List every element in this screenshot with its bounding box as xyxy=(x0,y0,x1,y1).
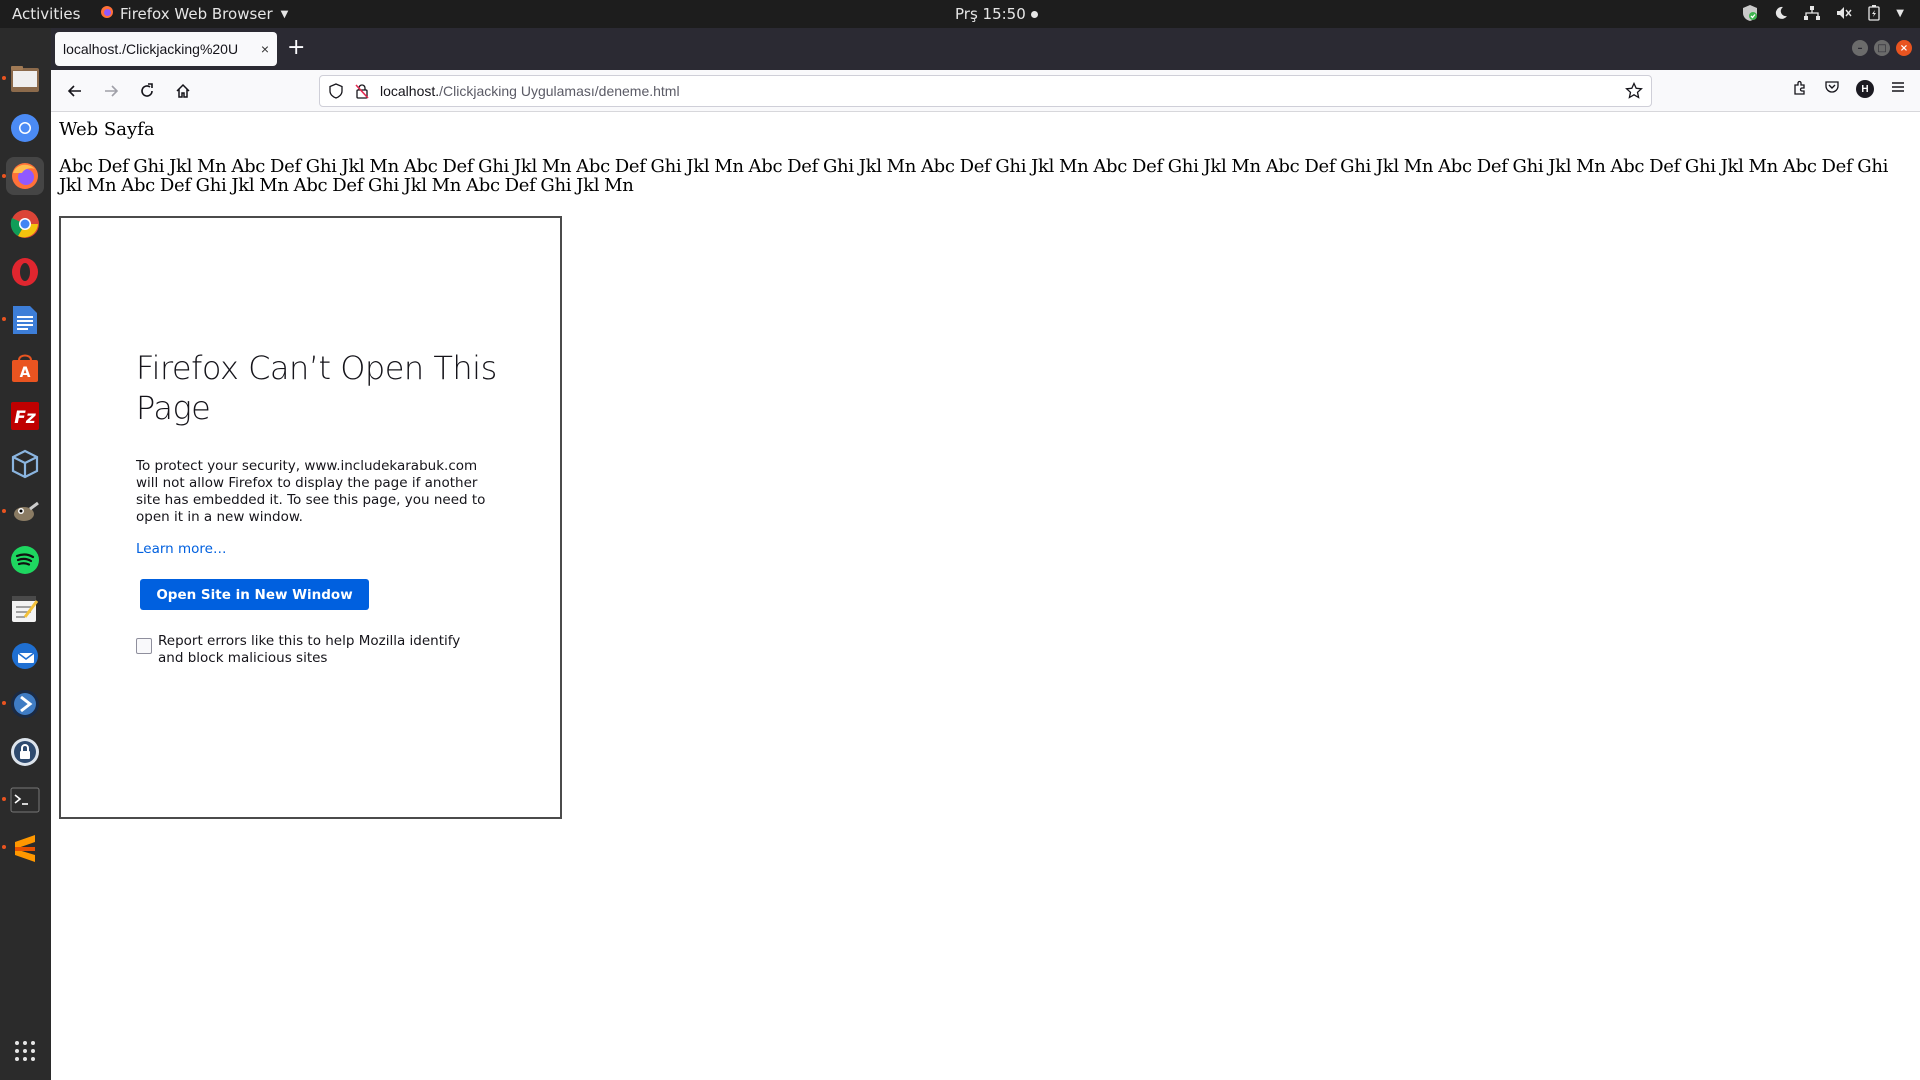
clock[interactable]: Prş 15:50 xyxy=(955,5,1038,23)
battery-icon[interactable] xyxy=(1868,5,1880,21)
app-menu[interactable]: Firefox Web Browser ▼ xyxy=(100,5,288,23)
text-editor-icon[interactable] xyxy=(6,301,44,339)
chromium-icon[interactable] xyxy=(6,109,44,147)
software-center-icon[interactable]: A xyxy=(6,349,44,387)
url-bar[interactable]: localhost./Clickjacking Uygulaması/denem… xyxy=(319,75,1652,107)
night-light-icon[interactable] xyxy=(1774,6,1788,20)
sublime-icon[interactable] xyxy=(6,829,44,867)
spotify-icon[interactable] xyxy=(6,541,44,579)
error-title: Firefox Can’t Open This Page xyxy=(136,349,497,427)
close-tab-icon[interactable]: × xyxy=(261,41,269,57)
bookmark-star-icon[interactable] xyxy=(1625,81,1643,104)
filezilla-icon[interactable]: Fz xyxy=(6,397,44,435)
network-icon[interactable] xyxy=(1804,6,1821,20)
shield-check-icon[interactable] xyxy=(1742,4,1758,22)
virtualbox-icon[interactable] xyxy=(6,445,44,483)
account-avatar[interactable]: H xyxy=(1856,80,1874,98)
show-apps-icon[interactable] xyxy=(6,1032,44,1070)
chrome-icon[interactable] xyxy=(6,205,44,243)
reload-icon[interactable] xyxy=(135,79,159,103)
minimize-icon[interactable]: – xyxy=(1852,40,1868,56)
report-errors-checkbox[interactable] xyxy=(136,638,152,654)
firefox-small-icon xyxy=(100,5,114,23)
maximize-icon[interactable]: □ xyxy=(1874,40,1890,56)
tracking-protection-shield-icon[interactable] xyxy=(328,83,344,103)
activities-button[interactable]: Activities xyxy=(12,5,80,23)
url-host: localhost. xyxy=(380,83,440,99)
notes-icon[interactable] xyxy=(6,589,44,627)
opera-icon[interactable] xyxy=(6,253,44,291)
insecure-lock-icon[interactable] xyxy=(354,83,370,103)
page-content: Web Sayfa Abc Def Ghi Jkl Mn Abc Def Ghi… xyxy=(51,113,1920,1080)
navigation-toolbar: localhost./Clickjacking Uygulaması/denem… xyxy=(51,70,1920,112)
tab-title: localhost./Clickjacking%20U xyxy=(63,41,239,57)
window-controls: – □ × xyxy=(1852,40,1912,56)
tab-bar: localhost./Clickjacking%20U × + – □ × xyxy=(51,28,1920,70)
back-icon[interactable] xyxy=(63,79,87,103)
app-icon[interactable] xyxy=(6,685,44,723)
extensions-icon[interactable] xyxy=(1792,79,1808,99)
embedded-iframe: Firefox Can’t Open This Page To protect … xyxy=(59,216,562,819)
svg-text:A: A xyxy=(20,365,31,381)
system-menu-chevron-icon[interactable]: ▼ xyxy=(1896,8,1904,19)
learn-more-link[interactable]: Learn more… xyxy=(136,541,227,557)
clock-label: Prş 15:50 xyxy=(955,5,1026,23)
url-text[interactable]: localhost./Clickjacking Uygulaması/denem… xyxy=(380,83,680,99)
notification-dot-icon xyxy=(1030,10,1038,18)
chevron-down-icon: ▼ xyxy=(280,8,289,20)
close-window-icon[interactable]: × xyxy=(1896,40,1912,56)
report-errors-label[interactable]: Report errors like this to help Mozilla … xyxy=(158,633,488,667)
new-tab-button[interactable]: + xyxy=(287,36,305,60)
error-description: To protect your security, www.includekar… xyxy=(136,458,486,525)
thunderbird-icon[interactable] xyxy=(6,637,44,675)
files-icon[interactable] xyxy=(6,60,44,98)
url-path: /Clickjacking Uygulaması/deneme.html xyxy=(439,83,680,99)
app-menu-label: Firefox Web Browser xyxy=(120,5,273,23)
home-icon[interactable] xyxy=(171,79,195,103)
page-heading: Web Sayfa xyxy=(59,119,155,140)
system-tray[interactable]: ▼ xyxy=(1742,4,1904,22)
open-site-new-window-button[interactable]: Open Site in New Window xyxy=(140,579,369,610)
terminal-icon[interactable] xyxy=(6,781,44,819)
pocket-icon[interactable] xyxy=(1824,79,1840,99)
gimp-icon[interactable] xyxy=(6,493,44,531)
forward-icon[interactable] xyxy=(99,79,123,103)
ubuntu-dock: A Fz xyxy=(0,28,51,1080)
tab-active[interactable]: localhost./Clickjacking%20U × xyxy=(55,32,277,66)
toolbar-right: H xyxy=(1792,79,1906,99)
hamburger-menu-icon[interactable] xyxy=(1890,79,1906,99)
svg-text:Fz: Fz xyxy=(14,408,36,428)
page-paragraph: Abc Def Ghi Jkl Mn Abc Def Ghi Jkl Mn Ab… xyxy=(59,156,1889,196)
volume-muted-icon[interactable] xyxy=(1836,6,1852,20)
keepass-icon[interactable] xyxy=(6,733,44,771)
firefox-icon[interactable] xyxy=(6,157,44,195)
gnome-top-bar: Activities Firefox Web Browser ▼ Prş 15:… xyxy=(0,0,1920,28)
